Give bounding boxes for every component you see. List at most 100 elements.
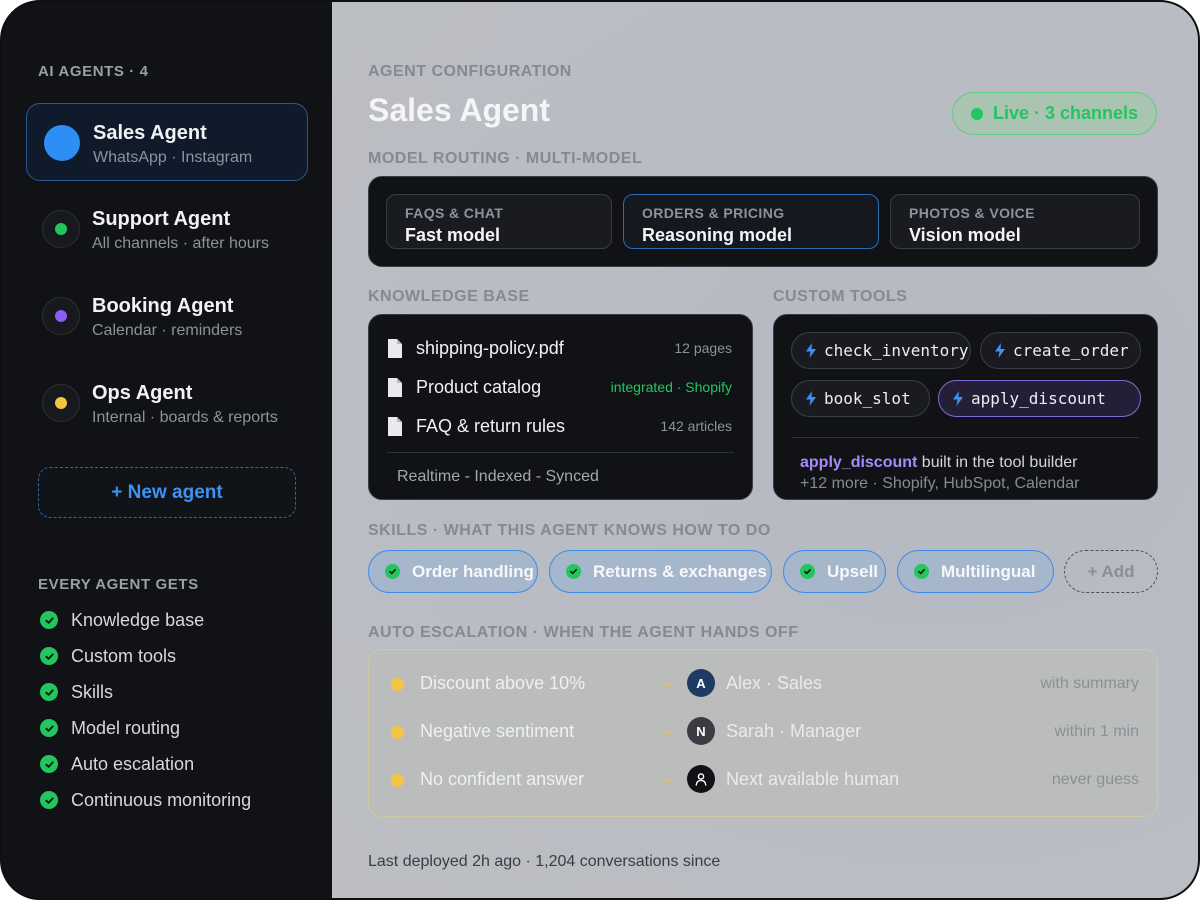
feature-label: Knowledge base [71,609,205,630]
check-icon [800,564,815,579]
agent-name: Booking Agent [92,295,234,317]
add-skill-button[interactable]: + Add [1064,550,1158,593]
agent-item-ops[interactable]: Ops Agent Internal · boards & reports [26,364,308,442]
kb-item[interactable]: shipping-policy.pdf 12 pages [387,335,732,361]
tool-name: book_slot [824,389,911,408]
bolt-icon [995,343,1005,358]
escalation-person: Alex · Sales [726,673,823,693]
check-icon [40,611,58,629]
agent-name: Support Agent [92,208,231,230]
agents-header: AI AGENTS · 4 [38,63,149,80]
page-title: Sales Agent [368,92,550,128]
route-card-faqs[interactable]: FAQS & CHAT Fast model [386,194,612,249]
warning-dot-icon [391,774,404,787]
escalation-rule[interactable]: Negative sentiment → N Sarah · Manager w… [369,717,1157,747]
escalation-person: Next available human [726,769,900,789]
check-icon [914,564,929,579]
escalation-note: within 1 min [1054,723,1139,740]
route-model: Vision model [909,225,1021,245]
agent-item-sales[interactable]: Sales Agent WhatsApp · Instagram [26,103,308,181]
tool-name: check_inventory [824,341,969,360]
check-icon [385,564,400,579]
bolt-icon [806,391,816,406]
agent-status-dot [55,397,67,409]
escalation-rule[interactable]: No confident answer → Next available hum… [369,765,1157,795]
agent-name: Ops Agent [92,382,193,404]
agent-item-booking[interactable]: Booking Agent Calendar · reminders [26,277,308,355]
agent-status-dot [55,310,67,322]
tool-pill[interactable]: book_slot [791,380,930,417]
escalation-note: never guess [1051,771,1139,788]
route-card-orders[interactable]: ORDERS & PRICING Reasoning model [623,194,879,249]
feature-item: Custom tools [40,645,176,667]
feature-label: Model routing [71,717,181,738]
feature-item: Skills [40,681,113,703]
tools-note: apply_discount built in the tool builder [800,454,1077,472]
tools-panel: check_inventory create_order book_slot a… [773,314,1158,500]
kb-item-name: FAQ & return rules [416,415,566,436]
escalation-rule[interactable]: Discount above 10% → A Alex · Sales with… [369,669,1157,699]
feature-label: Auto escalation [71,753,195,774]
check-icon [40,647,58,665]
live-status-badge: Live · 3 channels [952,92,1157,135]
kb-item-meta: 142 articles [660,418,732,434]
check-icon [566,564,581,579]
kb-item-name: shipping-policy.pdf [416,337,564,358]
sidebar: AI AGENTS · 4 Sales Agent WhatsApp · Ins… [2,2,332,898]
agent-status-ring [42,297,80,335]
escalation-person: Sarah · Manager [726,721,862,741]
live-dot-icon [970,107,983,120]
check-icon [40,755,58,773]
tool-name: apply_discount [971,389,1106,408]
live-status-text: Live · 3 channels [992,103,1139,123]
bolt-icon [953,391,963,406]
agent-status-ring [42,210,80,248]
tools-note-tool[interactable]: apply_discount [800,454,917,471]
agent-name: Sales Agent [93,122,207,144]
check-icon [40,719,58,737]
skill-pill[interactable]: Order handling [368,550,538,593]
feature-label: Continuous monitoring [71,789,252,810]
kb-item[interactable]: FAQ & return rules 142 articles [387,413,732,439]
agent-item-support[interactable]: Support Agent All channels · after hours [26,190,308,268]
feature-item: Continuous monitoring [40,789,251,811]
skill-label: Order handling [412,561,534,581]
new-agent-button[interactable]: + New agent [38,467,296,518]
skill-pill[interactable]: Returns & exchanges [549,550,772,593]
tool-pill[interactable]: check_inventory [791,332,971,369]
agent-channels: Internal · boards & reports [92,409,278,426]
feature-label: Skills [71,681,114,702]
section-label: AGENT CONFIGURATION [368,63,572,80]
route-model: Fast model [405,225,501,245]
document-icon [388,416,402,436]
route-card-photos[interactable]: PHOTOS & VOICE Vision model [890,194,1140,249]
skills-label: SKILLS · WHAT THIS AGENT KNOWS HOW TO DO [368,522,771,539]
feature-item: Model routing [40,717,180,739]
divider [387,452,734,453]
agent-channels: All channels · after hours [92,235,269,252]
kb-item[interactable]: Product catalog integrated · Shopify [387,374,732,400]
arrow-right-icon: → [661,722,675,738]
app-window: AI AGENTS · 4 Sales Agent WhatsApp · Ins… [0,0,1200,900]
knowledge-panel: shipping-policy.pdf 12 pages Product cat… [368,314,753,500]
skill-pill[interactable]: Multilingual [897,550,1054,593]
avatar: A [687,669,715,697]
kb-item-name: Product catalog [416,376,542,397]
check-icon [40,683,58,701]
warning-dot-icon [391,726,404,739]
kb-status: Realtime - Indexed - Synced [397,468,599,485]
tools-more: +12 more · Shopify, HubSpot, Calendar [800,475,1080,492]
main-panel: AGENT CONFIGURATION Sales Agent Live · 3… [332,2,1198,898]
tool-pill-active[interactable]: apply_discount [938,380,1141,417]
check-icon [40,791,58,809]
deploy-status: Last deployed 2h ago · 1,204 conversatio… [368,853,721,870]
tools-label: CUSTOM TOOLS [773,288,908,305]
avatar: N [687,717,715,745]
routing-panel: FAQS & CHAT Fast model ORDERS & PRICING … [368,176,1158,267]
skill-label: Multilingual [941,561,1036,581]
skill-label: Upsell [827,561,879,581]
tool-pill[interactable]: create_order [980,332,1141,369]
agent-channels: WhatsApp · Instagram [93,149,253,166]
arrow-right-icon: → [661,674,675,690]
skill-pill[interactable]: Upsell [783,550,886,593]
